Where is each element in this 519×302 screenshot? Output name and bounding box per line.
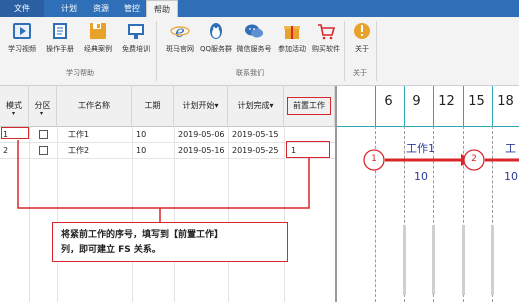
task-1-duration: 10 (414, 170, 428, 183)
day-label: 15 (468, 94, 485, 109)
day-label: 9 (412, 94, 421, 109)
node-2-label: 2 (471, 154, 477, 164)
day-label: 6 (384, 94, 393, 109)
task-2-name[interactable]: 工 (505, 140, 516, 156)
day-label: 12 (438, 94, 455, 109)
day-label: 18 (497, 94, 514, 109)
task-1-name[interactable]: 工作1 (406, 140, 435, 156)
timescale-divider (492, 86, 493, 126)
callout-line-2: 列，即可建立 FS 关系。 (61, 245, 161, 255)
task-2-duration: 10 (504, 170, 518, 183)
timescale-divider (404, 86, 405, 126)
timescale-divider (433, 86, 434, 126)
annotation-callout: 将紧前工作的序号，填写到【前置工作】 列，即可建立 FS 关系。 (52, 222, 288, 262)
node-1-label: 1 (371, 154, 377, 164)
timescale-divider (463, 86, 464, 126)
callout-line-1: 将紧前工作的序号，填写到【前置工作】 (61, 230, 224, 240)
timescale-divider (375, 86, 376, 126)
